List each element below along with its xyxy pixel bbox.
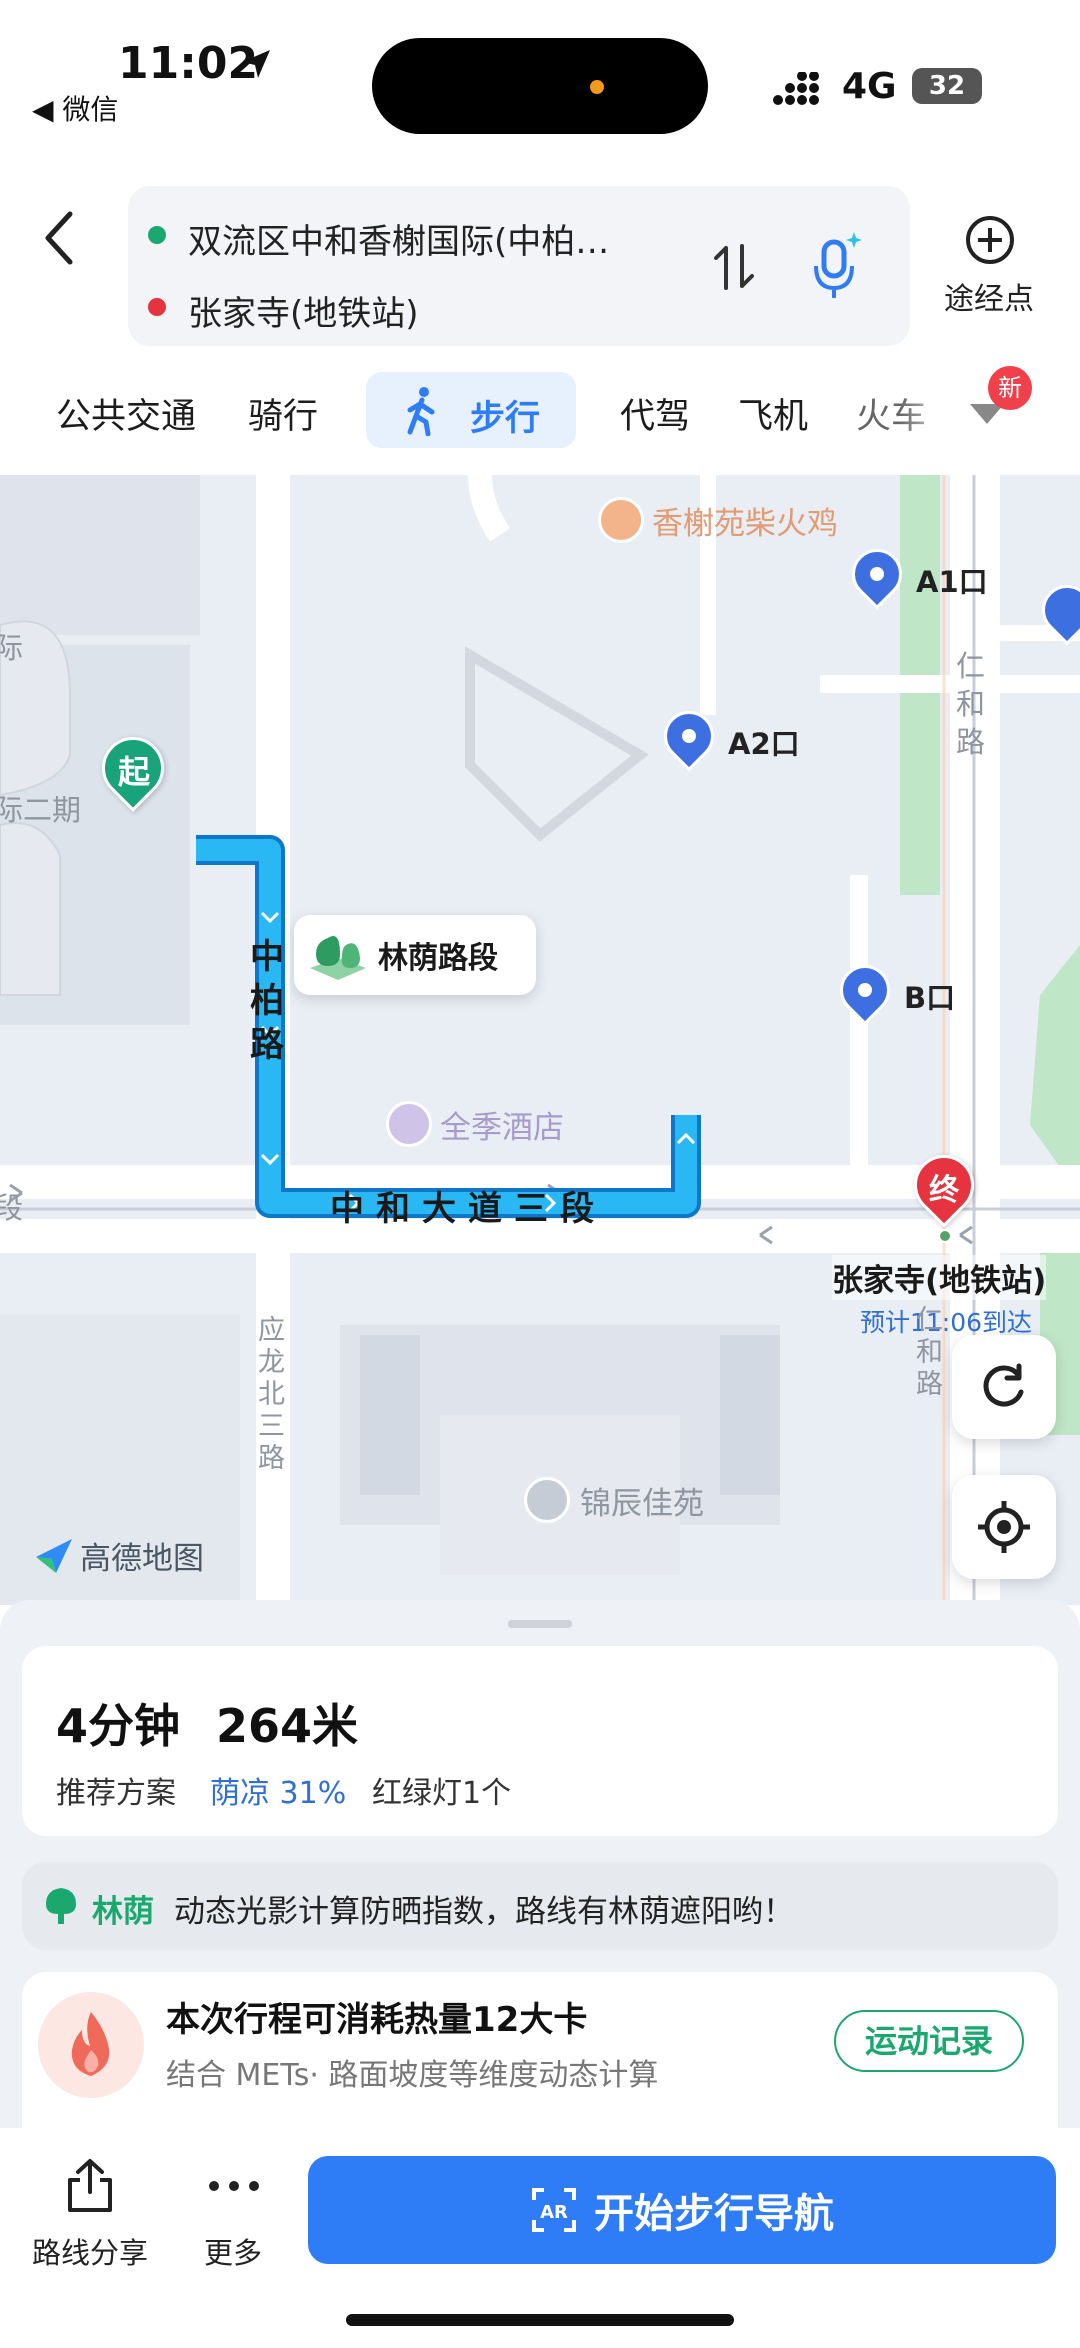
end-marker-label: 终: [929, 1173, 959, 1208]
avenue-label: 中和大道三段: [330, 1189, 606, 1229]
location-arrow-icon: [242, 50, 270, 78]
origin-field[interactable]: 双流区中和香榭国际(中柏…: [188, 214, 609, 263]
exercise-record-button[interactable]: 运动记录: [834, 2010, 1024, 2072]
more-dots-icon[interactable]: [208, 2178, 260, 2194]
tab-flight[interactable]: 飞机: [738, 388, 808, 439]
back-chevron-icon[interactable]: [40, 208, 80, 268]
amap-logo-icon: [36, 1538, 72, 1573]
map-logo: 高德地图: [34, 1533, 204, 1578]
share-route-label[interactable]: 路线分享: [32, 2230, 148, 2272]
waypoint-label[interactable]: 途经点: [944, 274, 1034, 318]
more-label[interactable]: 更多: [204, 2230, 262, 2272]
ar-icon: AR: [532, 2188, 576, 2232]
destination-name-label: 张家寺(地铁站): [832, 1255, 1047, 1300]
sheet-grabber[interactable]: [508, 1620, 572, 1628]
back-to-app-link[interactable]: ◀ 微信: [32, 88, 118, 128]
shade-tip-bar: 林荫 动态光影计算防晒指数，路线有林荫遮阳哟！: [22, 1862, 1058, 1950]
destination-dot: [148, 298, 166, 316]
swap-icon[interactable]: [712, 242, 756, 292]
start-navigation-button[interactable]: AR 开始步行导航: [308, 2156, 1056, 2264]
crosshair-icon: [978, 1501, 1030, 1553]
signal-icon: [773, 72, 819, 105]
refresh-icon: [983, 1363, 1024, 1407]
tab-cycling[interactable]: 骑行: [248, 388, 318, 439]
route-header: 双流区中和香榭国际(中柏… 张家寺(地铁站) 途经点 公共交通 骑行 步行 代驾…: [0, 170, 1080, 475]
shade-segment-callout[interactable]: 林荫路段: [294, 915, 536, 995]
dynamic-island: [372, 38, 708, 134]
poi-community-label: 锦辰佳苑: [580, 1485, 704, 1522]
tab-walking-label: 步行: [470, 399, 541, 439]
street-label-yinglong: 应龙北三路: [258, 1315, 285, 1474]
shade-percent: 荫凉 31%: [210, 1776, 347, 1811]
start-navigation-label: 开始步行导航: [594, 2191, 834, 2237]
tab-chauffeur[interactable]: 代驾: [620, 388, 690, 439]
route-input-box: 双流区中和香榭国际(中柏… 张家寺(地铁站): [128, 186, 910, 346]
eta-label: 预计11:06到达: [860, 1308, 1033, 1337]
community-icon: [524, 1477, 570, 1523]
route-sheet: 4分钟 264米 推荐方案 荫凉 31% 红绿灯1个 林荫 动态光影计算防晒指数…: [0, 1600, 1080, 2172]
refresh-button[interactable]: [952, 1335, 1056, 1439]
add-waypoint-icon[interactable]: [964, 214, 1016, 266]
tab-walking[interactable]: 步行: [366, 372, 576, 448]
tree-small-icon: [46, 1888, 76, 1924]
route-duration: 4分钟: [56, 1699, 181, 1753]
locate-button[interactable]: [952, 1475, 1056, 1579]
exit-a2-pin-dot: [682, 729, 696, 743]
destination-field[interactable]: 张家寺(地铁站): [188, 286, 419, 335]
street-label-zhongbai: 中柏路: [250, 937, 284, 1065]
shade-tip-text: 动态光影计算防晒指数，路线有林荫遮阳哟！: [174, 1894, 794, 1930]
route-summary-card[interactable]: 4分钟 264米 推荐方案 荫凉 31% 红绿灯1个: [22, 1646, 1058, 1836]
map-view[interactable]: 香榭苑柴火鸡 仁和路 际 际二期 起 中柏路 中和大道三段 段 林荫路段 全季酒…: [0, 475, 1080, 1605]
network-type: 4G: [842, 66, 897, 107]
shade-tip-tag: 林荫: [92, 1894, 154, 1930]
exit-a1-pin-dot: [870, 567, 884, 581]
avenue-label-left: 段: [0, 1191, 24, 1225]
recommend-label: 推荐方案: [56, 1776, 176, 1811]
home-indicator: [346, 2314, 734, 2326]
end-marker-dot: [938, 1229, 952, 1243]
route-distance: 264米: [216, 1699, 359, 1753]
exit-a2-label: A2口: [728, 727, 800, 761]
walking-person-icon: [407, 387, 435, 436]
voice-input-icon[interactable]: [808, 226, 864, 302]
shade-segment-label: 林荫路段: [378, 941, 498, 976]
share-icon[interactable]: [64, 2158, 116, 2214]
svg-text:AR: AR: [540, 2202, 568, 2223]
battery-icon: 32: [912, 68, 982, 104]
bottom-action-bar: 路线分享 更多 AR 开始步行导航: [0, 2128, 1080, 2348]
calorie-title: 本次行程可消耗热量12大卡: [166, 2000, 588, 2040]
poi-hotel-label: 全季酒店: [440, 1109, 564, 1146]
train-fade: [900, 380, 960, 440]
battery-level: 32: [928, 71, 966, 101]
map-logo-text: 高德地图: [80, 1541, 204, 1577]
poi-hotel[interactable]: 全季酒店: [386, 1101, 564, 1147]
walking-route: [196, 835, 701, 1218]
tab-public-transit[interactable]: 公共交通: [56, 388, 196, 439]
exit-b-label: B口: [904, 981, 956, 1015]
exit-b-pin-dot: [858, 983, 872, 997]
origin-dot: [148, 226, 166, 244]
street-label-renhe-lower: 仁和路: [916, 1305, 943, 1400]
tree-icon: [310, 936, 366, 980]
status-bar: 11:02 ◀ 微信 4G 32: [0, 0, 1080, 170]
calorie-subtitle: 结合 METs· 路面坡度等维度动态计算: [166, 2058, 659, 2093]
new-badge: 新: [988, 366, 1032, 410]
traffic-lights: 红绿灯1个: [372, 1776, 512, 1811]
exit-a1-label: A1口: [916, 565, 988, 599]
hotel-icon: [386, 1101, 432, 1147]
poi-community[interactable]: 锦辰佳苑: [524, 1477, 704, 1523]
flame-icon: [38, 1992, 144, 2098]
